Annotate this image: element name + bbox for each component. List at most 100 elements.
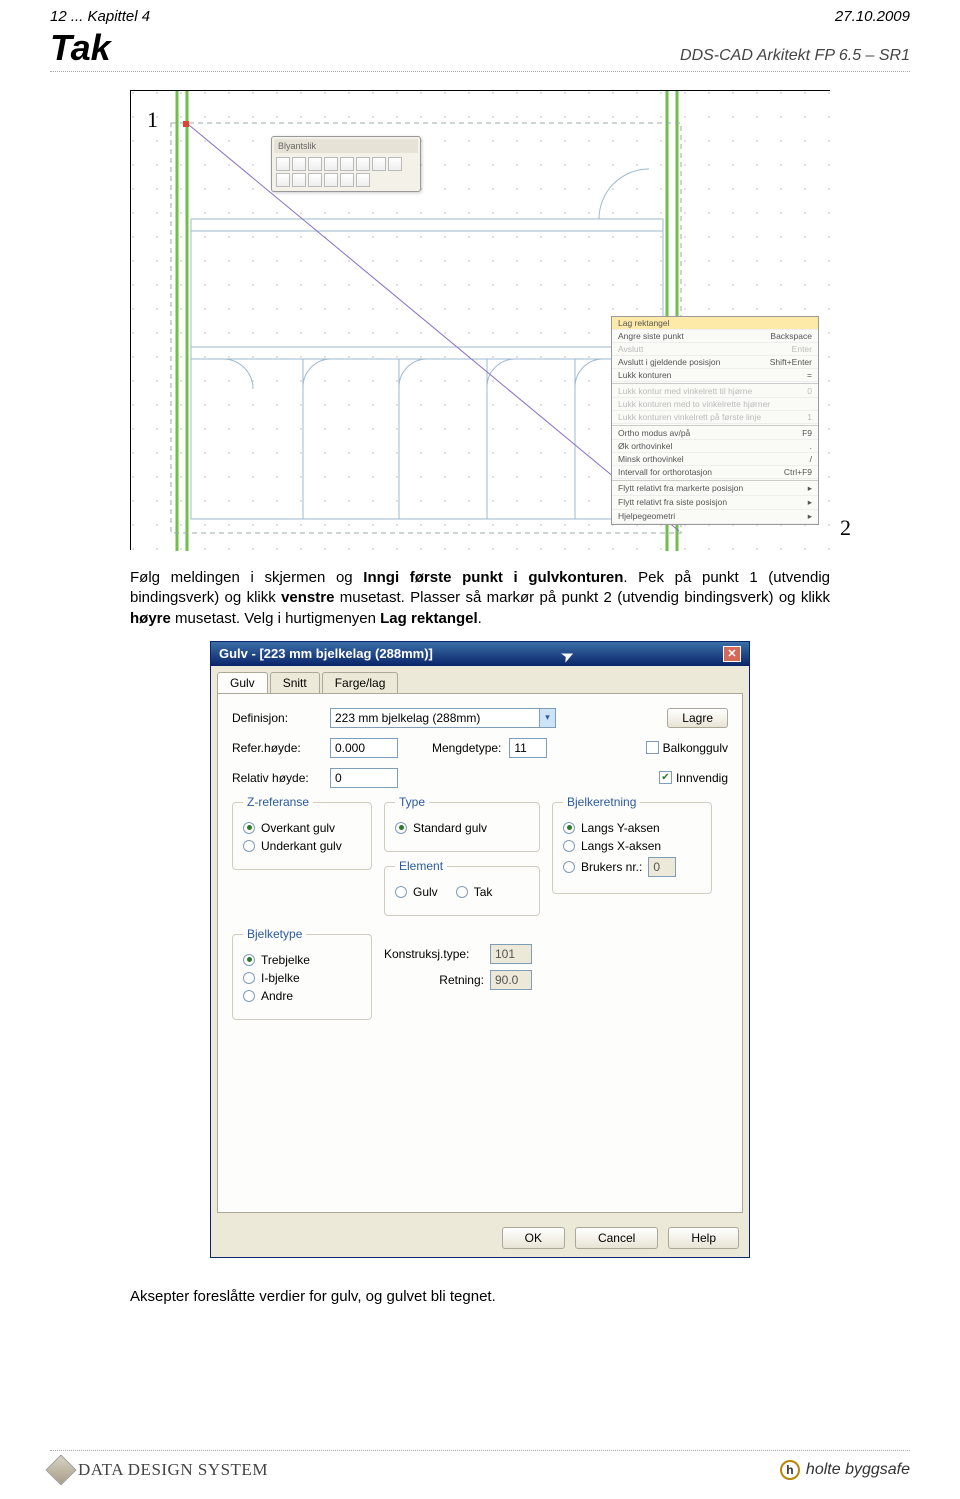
close-icon[interactable]: ✕ — [723, 646, 741, 662]
toolbar-icon[interactable] — [276, 173, 290, 187]
refer-input[interactable] — [330, 738, 398, 758]
text-bold: Inngi første punkt i gulvkonturen — [363, 569, 623, 586]
fieldset-legend: Element — [395, 859, 447, 873]
radio-label: Gulv — [413, 885, 438, 899]
toolbar-icon[interactable] — [292, 157, 306, 171]
type-standard[interactable]: Standard gulv — [395, 821, 529, 835]
after-paragraph: Aksepter foreslåtte verdier for gulv, og… — [130, 1288, 830, 1305]
toolbar-icon[interactable] — [372, 157, 386, 171]
context-menu-item[interactable]: Lukk konturen= — [612, 369, 818, 382]
toolbar-icon[interactable] — [292, 173, 306, 187]
context-menu-item[interactable]: AvsluttEnter — [612, 343, 818, 356]
radio-label: Andre — [261, 989, 293, 1003]
radio-label: I-bjelke — [261, 971, 300, 985]
dds-logo: DATA DESIGN SYSTEM — [50, 1459, 268, 1481]
element-tak[interactable]: Tak — [456, 885, 493, 899]
page-date: 27.10.2009 — [835, 8, 910, 25]
context-menu-item[interactable]: Lukk konturen vinkelrett på første linje… — [612, 411, 818, 424]
konstr-label: Konstruksj.type: — [384, 947, 484, 961]
dds-text: DATA DESIGN SYSTEM — [78, 1460, 268, 1480]
mengdetype-input[interactable] — [509, 738, 547, 758]
toolbar-icon[interactable] — [388, 157, 402, 171]
context-menu-item[interactable]: Avslutt i gjeldende posisjonShift+Enter — [612, 356, 818, 369]
radio-label: Brukers nr.: — [581, 860, 642, 874]
retning-label: Retning: — [384, 973, 484, 987]
context-menu-item[interactable]: Lukk konturen med to vinkelrette hjørner — [612, 398, 818, 411]
ok-button[interactable]: OK — [502, 1227, 565, 1249]
retning-y[interactable]: Langs Y-aksen — [563, 821, 701, 835]
section-title: Tak — [50, 27, 111, 69]
zref-fieldset: Z-referanse Overkant gulv Underkant gulv — [232, 802, 372, 870]
holte-icon: h — [780, 1460, 800, 1480]
radio-label: Standard gulv — [413, 821, 487, 835]
lagre-button[interactable]: Lagre — [667, 708, 728, 728]
toolbar-icon[interactable] — [308, 157, 322, 171]
toolbar-icon[interactable] — [356, 157, 370, 171]
tab-fargelag[interactable]: Farge/lag — [322, 672, 399, 693]
type-fieldset: Type Standard gulv — [384, 802, 540, 852]
radio-label: Underkant gulv — [261, 839, 342, 853]
definisjon-dropdown[interactable]: ▾ — [330, 708, 556, 728]
holte-logo: h holte byggsafe — [780, 1460, 910, 1480]
zref-underkant[interactable]: Underkant gulv — [243, 839, 361, 853]
element-gulv[interactable]: Gulv — [395, 885, 438, 899]
context-menu-item[interactable]: Flytt relativt fra siste posisjon▸ — [612, 496, 818, 510]
plan-drawing: 1 2 — [130, 90, 830, 550]
bt-ibjelke[interactable]: I-bjelke — [243, 971, 361, 985]
relativ-input[interactable] — [330, 768, 398, 788]
checkbox-label: Balkonggulv — [663, 741, 728, 755]
context-menu-item[interactable]: Flytt relativt fra markerte posisjon▸ — [612, 482, 818, 496]
toolbar-icon[interactable] — [324, 157, 338, 171]
text: Følg meldingen i skjermen og — [130, 569, 363, 586]
toolbar-icon[interactable] — [324, 173, 338, 187]
context-menu[interactable]: Lag rektangelAngre siste punktBackspaceA… — [611, 316, 819, 525]
toolbar-icon[interactable] — [340, 157, 354, 171]
point-label-1: 1 — [147, 107, 158, 133]
bt-trebjelke[interactable]: Trebjelke — [243, 953, 361, 967]
context-menu-item[interactable]: Lag rektangel — [612, 317, 818, 330]
context-menu-item[interactable]: Øk orthovinkel. — [612, 440, 818, 453]
zref-overkant[interactable]: Overkant gulv — [243, 821, 361, 835]
tab-snitt[interactable]: Snitt — [270, 672, 320, 693]
checkbox-label: Innvendig — [676, 771, 728, 785]
definisjon-input[interactable] — [330, 708, 540, 728]
cube-icon — [45, 1454, 76, 1485]
bjelkeretning-fieldset: Bjelkeretning Langs Y-aksen Langs X-akse… — [552, 802, 712, 894]
retning-bruker[interactable]: Brukers nr.: — [563, 857, 701, 877]
chevron-down-icon[interactable]: ▾ — [540, 708, 556, 728]
radio-label: Trebjelke — [261, 953, 310, 967]
fieldset-legend: Type — [395, 795, 429, 809]
refer-label: Refer.høyde: — [232, 741, 322, 755]
context-menu-item[interactable]: Lukk kontur med vinkelrett til hjørne0 — [612, 385, 818, 398]
toolbar-icon[interactable] — [308, 173, 322, 187]
context-menu-item[interactable]: Intervall for orthorotasjonCtrl+F9 — [612, 466, 818, 479]
retning-x[interactable]: Langs X-aksen — [563, 839, 701, 853]
radio-label: Langs X-aksen — [581, 839, 661, 853]
dialog-footer: OK Cancel Help — [211, 1219, 749, 1257]
tab-gulv[interactable]: Gulv — [217, 672, 268, 693]
radio-label: Tak — [474, 885, 493, 899]
cancel-button[interactable]: Cancel — [575, 1227, 658, 1249]
toolbar-icon[interactable] — [356, 173, 370, 187]
text-bold: Lag rektangel — [380, 610, 478, 627]
text: musetast. Plasser så markør på punkt 2 (… — [334, 589, 830, 606]
floating-toolbar[interactable]: Blyantslik — [271, 136, 421, 192]
bt-andre[interactable]: Andre — [243, 989, 361, 1003]
page-footer: DATA DESIGN SYSTEM h holte byggsafe — [50, 1450, 910, 1481]
innvendig-checkbox[interactable]: ✔Innvendig — [659, 771, 728, 785]
toolbar-icon[interactable] — [276, 157, 290, 171]
context-menu-item[interactable]: Hjelpegeometri▸ — [612, 510, 818, 524]
fieldset-legend: Bjelketype — [243, 927, 306, 941]
dialog-titlebar[interactable]: Gulv - [223 mm bjelkelag (288mm)] ✕ — [211, 642, 749, 666]
toolbar-icon[interactable] — [340, 173, 354, 187]
dialog-title-text: Gulv - [223 mm bjelkelag (288mm)] — [219, 646, 433, 661]
context-menu-item[interactable]: Angre siste punktBackspace — [612, 330, 818, 343]
tab-panel-gulv: Definisjon: ▾ Lagre Refer.høyde: Mengdet… — [217, 693, 743, 1213]
header-divider — [50, 71, 910, 72]
context-menu-item[interactable]: Minsk orthovinkel/ — [612, 453, 818, 466]
context-menu-item[interactable]: Ortho modus av/påF9 — [612, 427, 818, 440]
toolbar-title: Blyantslik — [274, 139, 418, 153]
help-button[interactable]: Help — [668, 1227, 739, 1249]
balkonggulv-checkbox[interactable]: Balkonggulv — [646, 741, 728, 755]
page-number: 12 ... Kapittel 4 — [50, 8, 150, 25]
